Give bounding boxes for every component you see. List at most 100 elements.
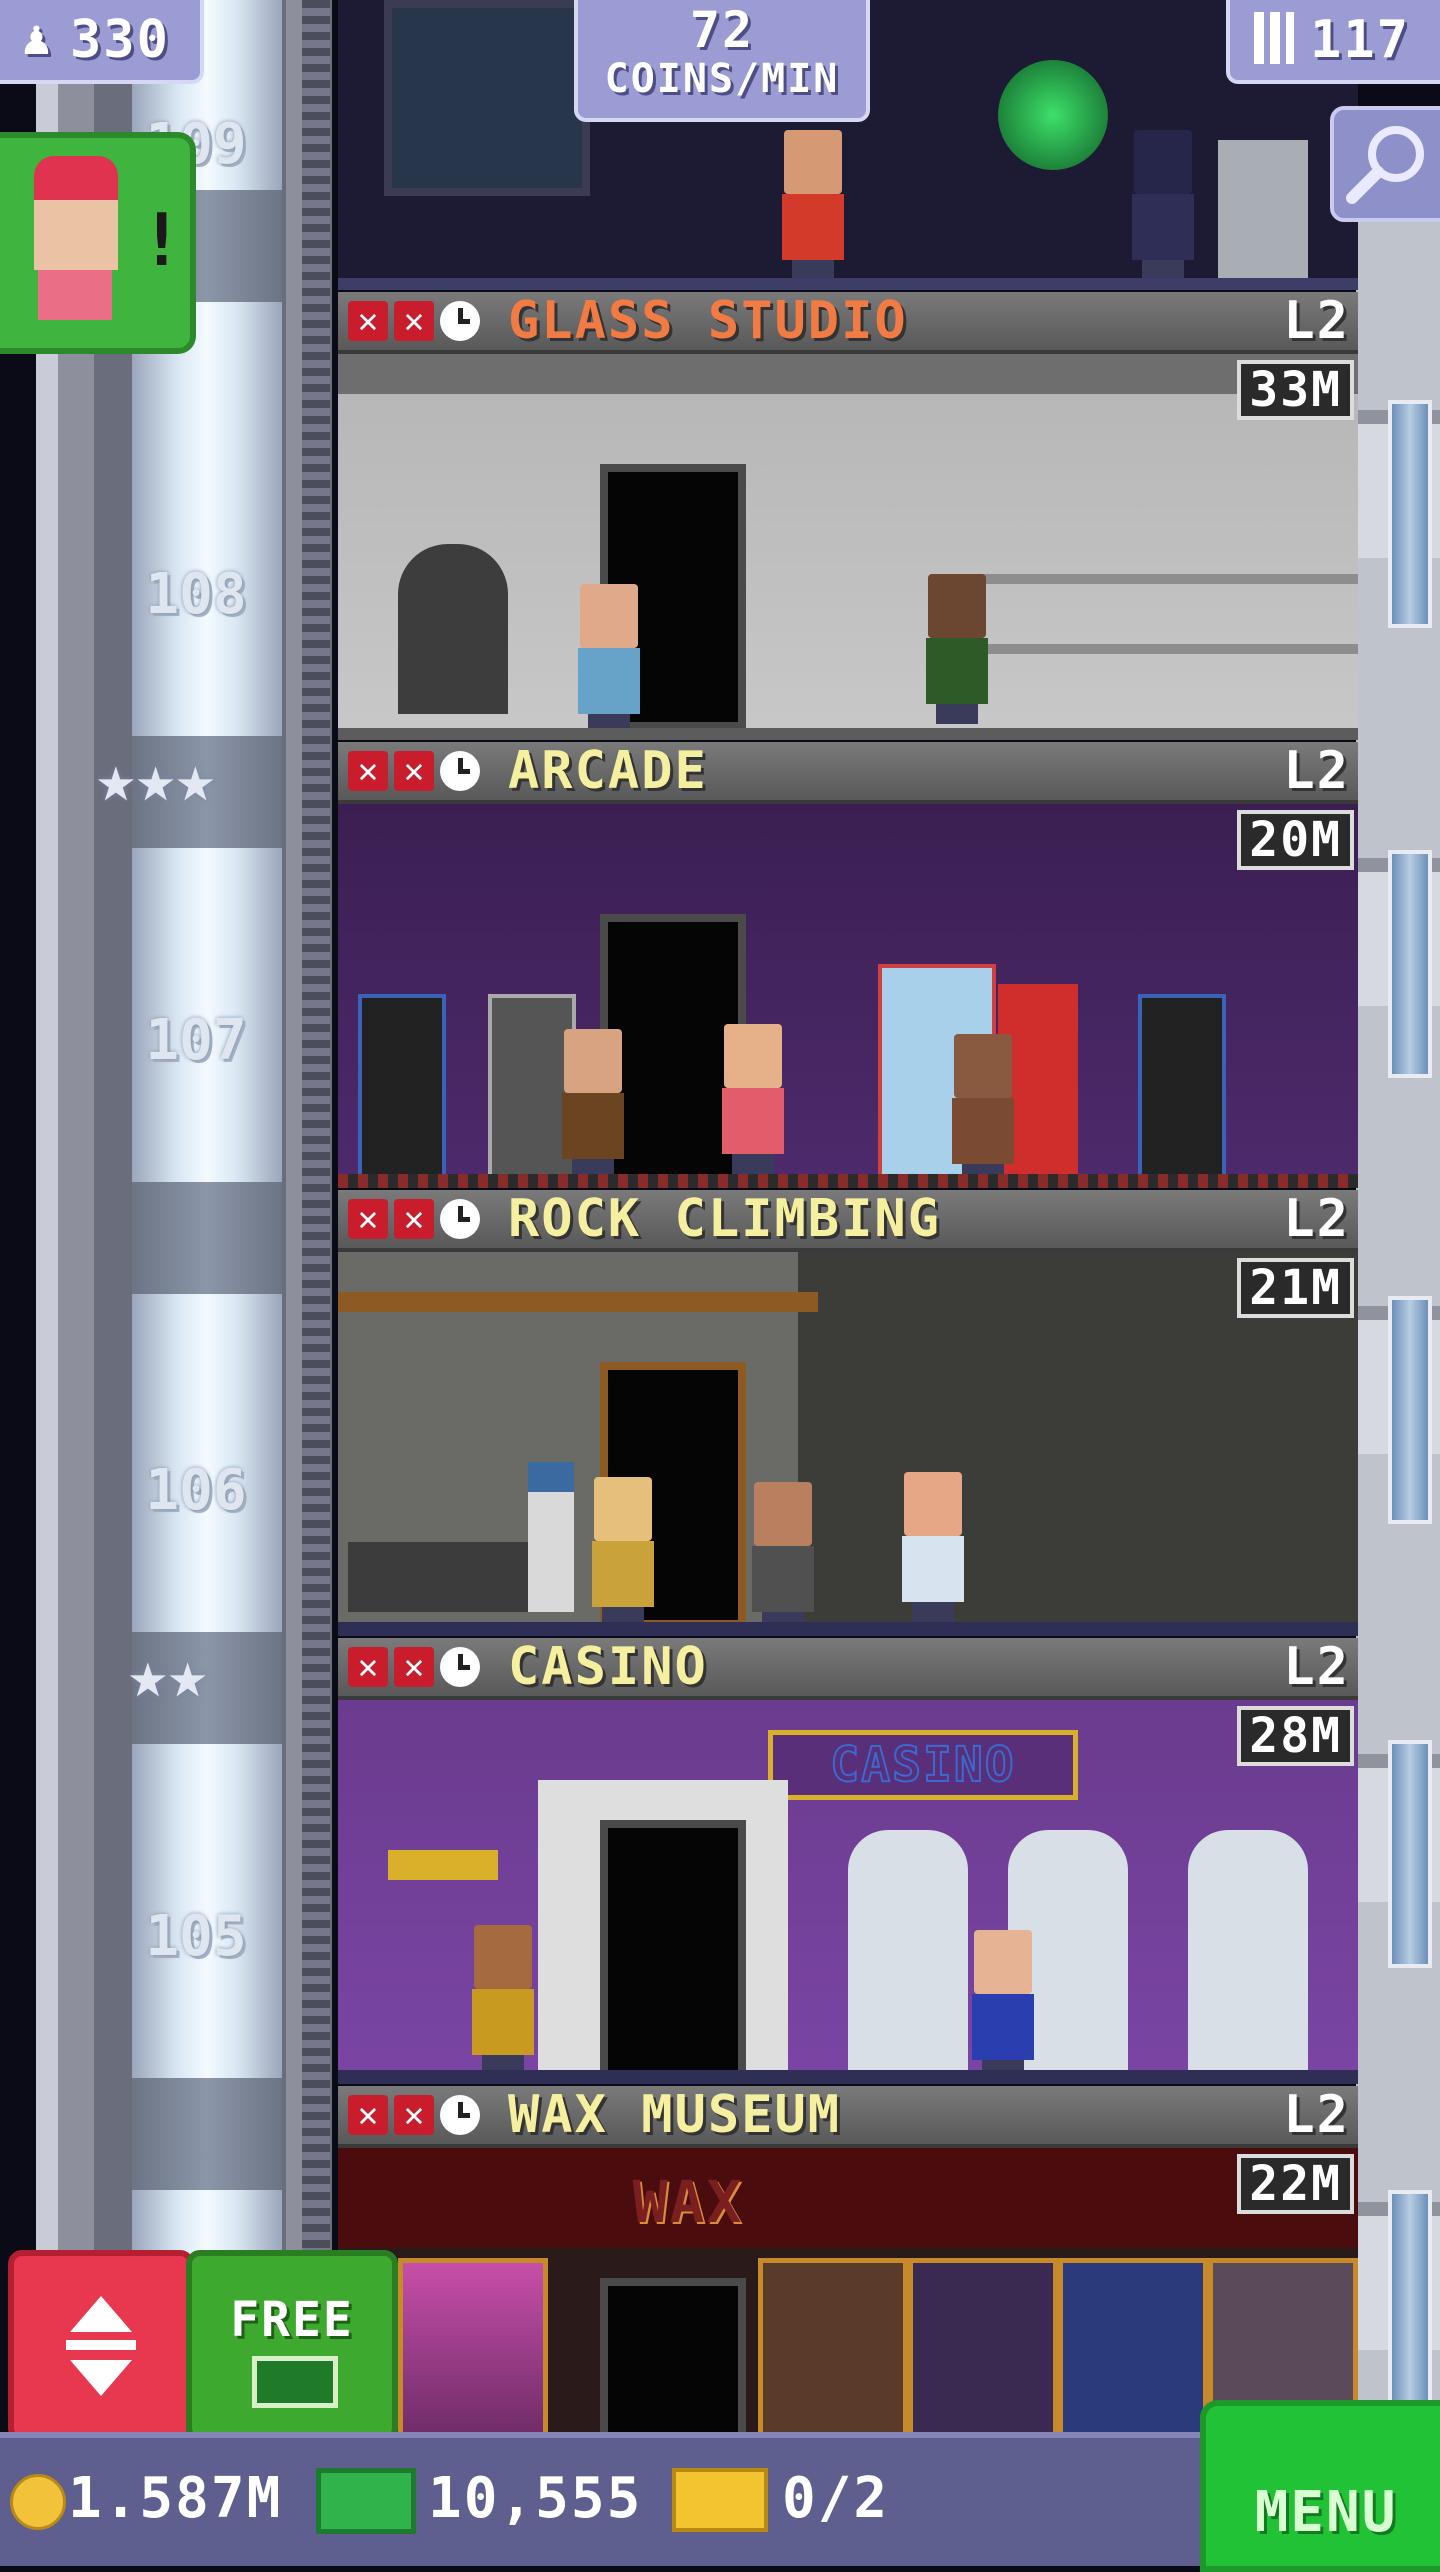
empty-stock-icon: ✕ bbox=[394, 1199, 434, 1239]
room-status: ✕ ✕ bbox=[348, 1199, 480, 1239]
room-glass-studio[interactable]: 33M bbox=[338, 354, 1358, 740]
empty-stock-icon: ✕ bbox=[348, 1647, 388, 1687]
menu-label: MENU bbox=[1254, 2480, 1398, 2545]
floor-number: 107 bbox=[145, 1008, 247, 1073]
bux-value: 10,555 bbox=[428, 2466, 643, 2531]
clock-icon bbox=[440, 1199, 480, 1239]
clock-icon bbox=[440, 2095, 480, 2135]
empty-stock-icon: ✕ bbox=[394, 2095, 434, 2135]
building-window bbox=[1388, 850, 1432, 1078]
room-door bbox=[600, 2278, 746, 2438]
resident[interactable] bbox=[574, 584, 644, 734]
room-header-casino[interactable]: ✕ ✕ CASINO L2 bbox=[338, 1638, 1358, 1700]
floor-line bbox=[338, 278, 1358, 290]
room-name: CASINO bbox=[508, 1637, 708, 1697]
reception-desk bbox=[348, 1542, 548, 1612]
room-door bbox=[600, 1820, 746, 2084]
room-casino[interactable]: 28M CASINO bbox=[338, 1700, 1358, 2084]
room-header-rock-climbing[interactable]: ✕ ✕ ROCK CLIMBING L2 bbox=[338, 1190, 1358, 1252]
free-bux-button[interactable]: FREE bbox=[186, 2250, 398, 2442]
empty-stock-icon: ✕ bbox=[394, 1647, 434, 1687]
shaft-band bbox=[132, 1182, 282, 1294]
ticket-icon bbox=[672, 2468, 768, 2532]
wood-beam bbox=[338, 1292, 818, 1312]
resident[interactable] bbox=[718, 1024, 788, 1174]
disco-ball bbox=[998, 60, 1108, 170]
alert-mark: ! bbox=[140, 198, 186, 282]
star-icon: ★ bbox=[175, 740, 216, 817]
coins-rate-panel: 72 COINS/MIN bbox=[574, 0, 870, 122]
room-rock-climbing[interactable]: 21M bbox=[338, 1252, 1358, 1636]
resident[interactable] bbox=[968, 1930, 1038, 2080]
resident[interactable] bbox=[922, 574, 992, 724]
room-status: ✕ ✕ bbox=[348, 2095, 480, 2135]
resident[interactable] bbox=[778, 130, 848, 280]
building-window bbox=[1388, 1740, 1432, 1968]
visitor-body bbox=[38, 270, 112, 320]
resident[interactable] bbox=[1128, 130, 1198, 280]
resident[interactable] bbox=[748, 1482, 818, 1632]
shaft-band bbox=[132, 2078, 282, 2190]
room-header-glass-studio[interactable]: ✕ ✕ GLASS STUDIO L2 bbox=[338, 292, 1358, 354]
population-value: 330 bbox=[70, 10, 170, 70]
casino-plaque bbox=[388, 1850, 498, 1880]
room-name: ROCK CLIMBING bbox=[508, 1189, 941, 1249]
floor-line bbox=[338, 2070, 1358, 2084]
population-counter[interactable]: ♟ 330 bbox=[0, 0, 204, 84]
glass-furnace bbox=[398, 544, 508, 714]
floor-line bbox=[338, 1622, 1358, 1636]
menu-button[interactable]: MENU bbox=[1200, 2400, 1440, 2572]
wax-exhibit bbox=[908, 2258, 1058, 2438]
empty-stock-icon: ✕ bbox=[394, 301, 434, 341]
building-window bbox=[1388, 400, 1432, 628]
resident[interactable] bbox=[558, 1029, 628, 1179]
visitor-face bbox=[34, 200, 118, 270]
floor-number: 105 bbox=[145, 1904, 247, 1969]
wax-exhibit bbox=[1058, 2258, 1208, 2438]
shaft-rail bbox=[58, 0, 94, 2440]
resident[interactable] bbox=[468, 1925, 538, 2075]
search-button[interactable] bbox=[1330, 106, 1440, 222]
elevator-button[interactable] bbox=[8, 2250, 194, 2442]
room-wax-museum[interactable]: 22M WAX bbox=[338, 2148, 1358, 2438]
floor-number: 106 bbox=[145, 1458, 247, 1523]
glass-shelf bbox=[958, 514, 1358, 714]
room-level: L2 bbox=[1283, 291, 1350, 351]
room-level: L2 bbox=[1283, 741, 1350, 801]
room-level: L2 bbox=[1283, 1637, 1350, 1697]
floor-counter[interactable]: 117 bbox=[1226, 0, 1440, 84]
resident[interactable] bbox=[948, 1034, 1018, 1184]
casino-sign: CASINO bbox=[768, 1730, 1078, 1800]
clock-icon bbox=[440, 1647, 480, 1687]
elevator-shaft[interactable] bbox=[36, 0, 332, 2440]
room-stock: 22M bbox=[1237, 2154, 1354, 2214]
empty-stock-icon: ✕ bbox=[348, 301, 388, 341]
star-icon: ★ bbox=[128, 1636, 168, 1713]
room-stock: 21M bbox=[1237, 1258, 1354, 1318]
free-label: FREE bbox=[230, 2292, 354, 2348]
atm-machine bbox=[1218, 140, 1308, 280]
arcade-floor bbox=[338, 1174, 1358, 1188]
room-header-arcade[interactable]: ✕ ✕ ARCADE L2 bbox=[338, 742, 1358, 804]
empty-stock-icon: ✕ bbox=[394, 751, 434, 791]
wall-poster bbox=[384, 0, 590, 196]
resident[interactable] bbox=[898, 1472, 968, 1622]
empty-stock-icon: ✕ bbox=[348, 751, 388, 791]
clock-icon bbox=[440, 301, 480, 341]
star-icon: ★ bbox=[96, 740, 136, 817]
room-stock: 20M bbox=[1237, 810, 1354, 870]
wax-exhibit bbox=[758, 2258, 908, 2438]
room-level: L2 bbox=[1283, 1189, 1350, 1249]
visitor-hat bbox=[34, 156, 118, 206]
bux-icon bbox=[252, 2356, 338, 2408]
water-cooler bbox=[528, 1462, 574, 1612]
room-arcade[interactable]: 20M bbox=[338, 804, 1358, 1188]
ladder bbox=[302, 0, 330, 2560]
star-rating-2: ★★ bbox=[128, 1636, 208, 1713]
room-header-wax-museum[interactable]: ✕ ✕ WAX MUSEUM L2 bbox=[338, 2086, 1358, 2148]
visitor-alert-button[interactable]: ! bbox=[0, 132, 196, 354]
resident[interactable] bbox=[588, 1477, 658, 1627]
wax-exhibit bbox=[398, 2258, 548, 2438]
room-stock: 33M bbox=[1237, 360, 1354, 420]
coins-value: 1.587M bbox=[68, 2466, 283, 2531]
